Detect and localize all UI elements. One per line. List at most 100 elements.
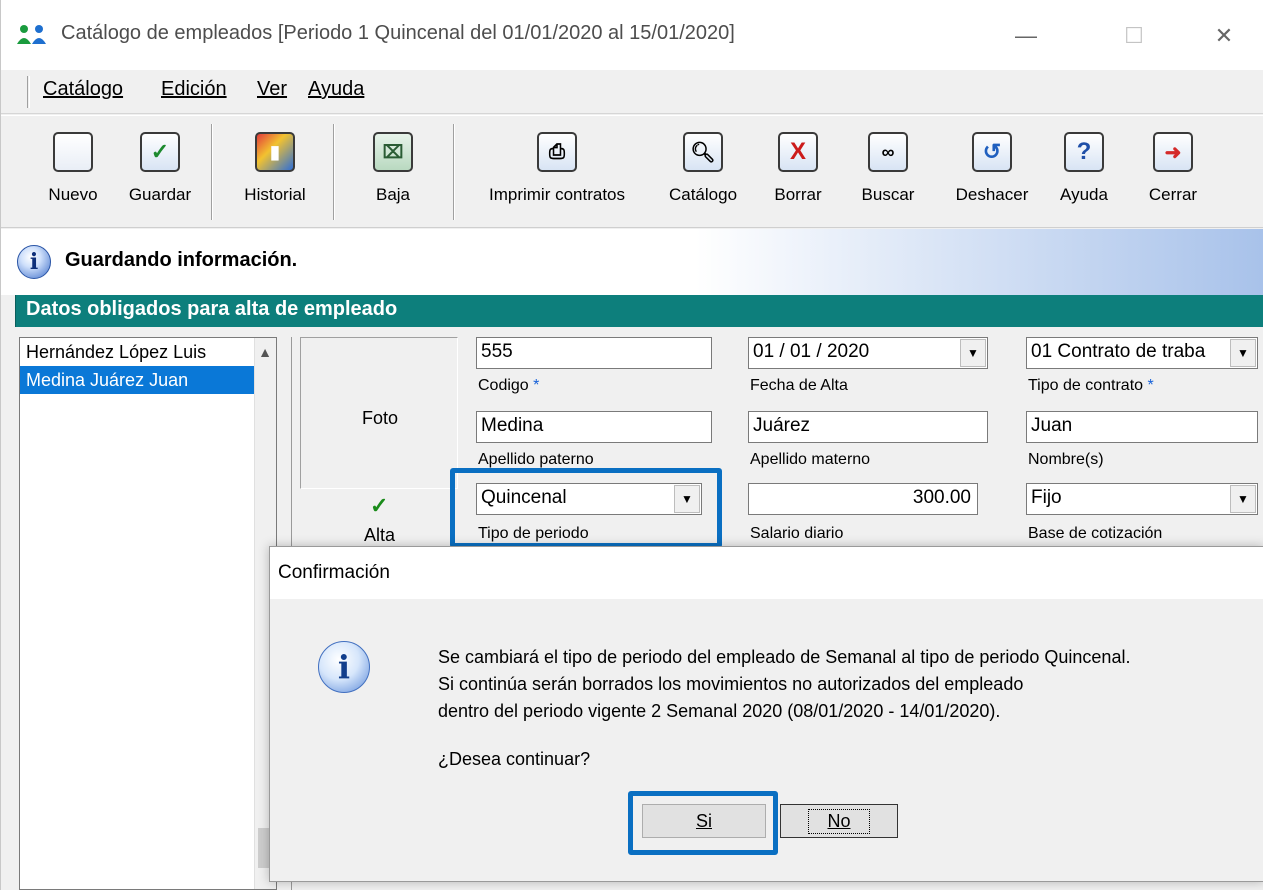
baja-label: Baja <box>375 185 411 204</box>
toolbar-separator <box>333 124 335 220</box>
yes-button-highlight <box>628 791 778 855</box>
salario-diario-field[interactable]: 300.00 <box>748 483 978 515</box>
delete-x-icon: X <box>778 132 818 172</box>
help-icon: ? <box>1064 132 1104 172</box>
codigo-field[interactable]: 555 <box>476 337 712 369</box>
exit-icon: ➜ <box>1153 132 1193 172</box>
historial-button[interactable]: ▮ Historial <box>229 132 321 205</box>
history-icon: ▮ <box>255 132 295 172</box>
codigo-label: Codigo * <box>478 377 539 395</box>
apellido-materno-label: Apellido materno <box>750 451 871 468</box>
fecha-alta-field[interactable]: 01 / 01 / 2020 ▼ <box>748 337 988 369</box>
list-item[interactable]: Hernández López Luis <box>20 338 276 366</box>
minimize-button[interactable]: — <box>1001 14 1051 58</box>
menu-ayuda[interactable]: Ayuda <box>308 78 364 101</box>
tipo-contrato-select[interactable]: 01 Contrato de traba ▼ <box>1026 337 1258 369</box>
apellido-materno-field[interactable]: Juárez <box>748 411 988 443</box>
people-app-icon <box>17 25 46 44</box>
catalogo-button[interactable]: 🔍︎ Catálogo <box>657 132 749 205</box>
menu-ver-label: Ver <box>257 78 288 100</box>
base-cotizacion-select[interactable]: Fijo ▼ <box>1026 483 1258 515</box>
fecha-alta-label: Fecha de Alta <box>750 377 848 394</box>
photo-box[interactable]: Foto <box>300 337 458 489</box>
menu-catalogo[interactable]: Catálogo <box>43 78 123 101</box>
employee-list[interactable]: Hernández López Luis Medina Juárez Juan … <box>19 337 277 890</box>
borrar-button[interactable]: X Borrar <box>761 132 835 205</box>
dialog-message: Se cambiará el tipo de periodo del emple… <box>438 644 1130 725</box>
codigo-label-text: Codigo <box>478 377 529 394</box>
menu-edicion[interactable]: Edición <box>161 78 227 101</box>
checkmark-icon: ✓ <box>140 132 180 172</box>
menu-ayuda-label: Ayuda <box>308 78 365 100</box>
historial-label: Historial <box>244 185 306 204</box>
toolbar: Nuevo ✓ Guardar ▮ Historial ⌧ Baja ⎙ Imp… <box>1 115 1263 228</box>
printer-icon: ⎙ <box>537 132 577 172</box>
maximize-button[interactable]: ☐ <box>1109 14 1159 58</box>
no-button-focus: No <box>808 808 870 834</box>
tipo-contrato-label: Tipo de contrato * <box>1028 377 1154 395</box>
menu-catalogo-label: Catálogo <box>43 78 124 100</box>
deshacer-button[interactable]: ↺ Deshacer <box>939 132 1045 205</box>
window-title: Catálogo de empleados [Periodo 1 Quincen… <box>61 22 735 44</box>
dialog-body: i Se cambiará el tipo de periodo del emp… <box>270 599 1263 883</box>
ayuda-button[interactable]: ? Ayuda <box>1047 132 1121 205</box>
list-item-selected[interactable]: Medina Juárez Juan <box>20 366 258 394</box>
nuevo-label: Nuevo <box>48 185 98 204</box>
alta-label: Alta <box>364 525 396 545</box>
menu-grip[interactable] <box>27 76 30 108</box>
guardar-button[interactable]: ✓ Guardar <box>121 132 199 205</box>
status-bar: i Guardando información. <box>1 229 1263 295</box>
dialog-title-bar: Confirmación <box>270 547 1263 599</box>
toolbar-separator <box>211 124 213 220</box>
catalog-search-icon: 🔍︎ <box>683 132 723 172</box>
toolbar-separator <box>453 124 455 220</box>
dialog-title: Confirmación <box>278 562 390 583</box>
cerrar-button[interactable]: ➜ Cerrar <box>1135 132 1211 205</box>
apellido-paterno-label: Apellido paterno <box>478 451 594 468</box>
base-cotizacion-value: Fijo <box>1031 487 1062 508</box>
alta-check-icon: ✓ <box>370 493 389 518</box>
new-document-icon <box>53 132 93 172</box>
tipo-contrato-label-text: Tipo de contrato <box>1028 377 1144 394</box>
required-mark: * <box>533 377 540 394</box>
apellido-paterno-field[interactable]: Medina <box>476 411 712 443</box>
salario-diario-label: Salario diario <box>750 525 844 542</box>
ayuda-label: Ayuda <box>1060 185 1108 204</box>
info-icon: i <box>318 641 370 693</box>
buscar-button[interactable]: ∞ Buscar <box>847 132 929 205</box>
catalogo-label: Catálogo <box>668 185 738 204</box>
title-bar: Catálogo de empleados [Periodo 1 Quincen… <box>1 0 1263 70</box>
borrar-label: Borrar <box>774 185 822 204</box>
fecha-alta-value: 01 / 01 / 2020 <box>753 341 870 362</box>
info-icon: i <box>17 245 51 279</box>
employee-catalog-window: Catálogo de empleados [Periodo 1 Quincen… <box>0 0 1263 890</box>
chevron-down-icon[interactable]: ▼ <box>1230 339 1256 367</box>
baja-button[interactable]: ⌧ Baja <box>351 132 435 205</box>
tipo-contrato-value: 01 Contrato de traba <box>1031 341 1206 362</box>
dialog-message-line: Si continúa serán borrados los movimient… <box>438 674 1024 694</box>
section-header: Datos obligados para alta de empleado <box>15 295 1263 327</box>
dialog-message-line: dentro del periodo vigente 2 Semanal 202… <box>438 701 1001 721</box>
dialog-message-line: Se cambiará el tipo de periodo del emple… <box>438 647 1131 667</box>
menu-bar: Catálogo Edición Ver Ayuda <box>1 70 1263 114</box>
imprimir-contratos-button[interactable]: ⎙ Imprimir contratos <box>469 132 645 205</box>
base-cotizacion-label: Base de cotización <box>1028 525 1163 542</box>
chevron-down-icon[interactable]: ▼ <box>960 339 986 367</box>
deshacer-label: Deshacer <box>955 185 1029 204</box>
no-button[interactable]: No <box>780 804 898 838</box>
guardar-label: Guardar <box>128 185 192 204</box>
nombre-field[interactable]: Juan <box>1026 411 1258 443</box>
chevron-down-icon[interactable]: ▼ <box>1230 485 1256 513</box>
imprimir-contratos-label: Imprimir contratos <box>488 185 626 204</box>
scroll-up-icon[interactable]: ▲ <box>258 344 272 360</box>
photo-label: Foto <box>361 408 399 428</box>
close-window-button[interactable]: ✕ <box>1199 14 1249 58</box>
dialog-question: ¿Desea continuar? <box>438 749 591 769</box>
buscar-label: Buscar <box>861 185 915 204</box>
no-button-label: No <box>827 810 851 831</box>
cerrar-label: Cerrar <box>1148 185 1198 204</box>
menu-ver[interactable]: Ver <box>257 78 287 101</box>
tipo-periodo-highlight <box>450 468 722 548</box>
nuevo-button[interactable]: Nuevo <box>37 132 109 205</box>
undo-icon: ↺ <box>972 132 1012 172</box>
